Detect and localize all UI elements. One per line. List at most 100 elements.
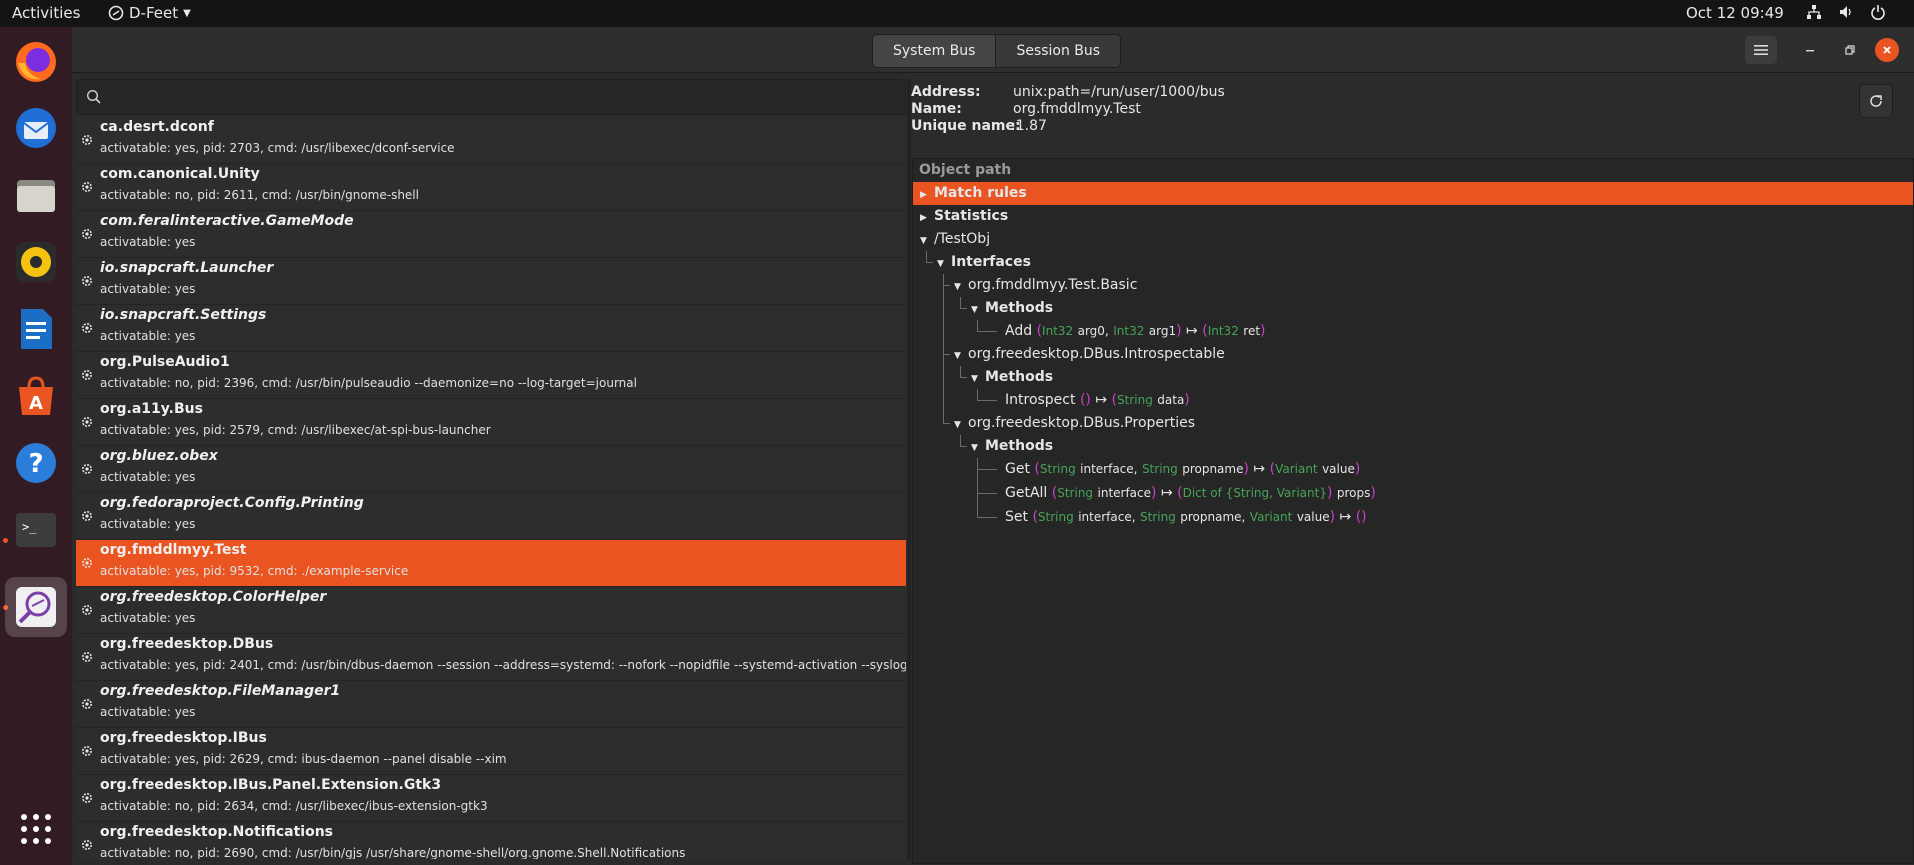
tree-row-statistics[interactable]: ▶ Statistics xyxy=(920,205,1008,228)
gear-icon xyxy=(81,413,93,432)
bus-name: com.feralinteractive.GameMode xyxy=(100,213,354,229)
minimize-button[interactable] xyxy=(1794,36,1826,64)
tree-line xyxy=(926,251,933,263)
close-button[interactable] xyxy=(1875,38,1899,62)
method-set[interactable]: Set (String interface, String propname, … xyxy=(1005,506,1367,529)
gear-icon xyxy=(81,554,93,573)
session-bus-tab[interactable]: Session Bus xyxy=(995,35,1121,67)
bus-list-item[interactable]: org.freedesktop.DBus activatable: yes, pi… xyxy=(76,634,906,681)
refresh-button[interactable] xyxy=(1859,84,1893,118)
arg-name: arg1 xyxy=(1148,324,1177,338)
dock-files[interactable] xyxy=(10,169,62,221)
tree-row-interfaces[interactable]: ▼ Interfaces xyxy=(937,251,1031,274)
bus-description: activatable: yes xyxy=(100,705,196,719)
dock-firefox[interactable] xyxy=(10,36,62,88)
bus-list-item[interactable]: org.bluez.obex activatable: yes xyxy=(76,446,906,493)
collapse-arrow-icon[interactable]: ▼ xyxy=(954,414,968,437)
tree-row-iface-introspectable[interactable]: ▼ org.freedesktop.DBus.Introspectable xyxy=(954,343,1225,366)
bus-list-item[interactable]: org.freedesktop.FileManager1 activatable:… xyxy=(76,681,906,728)
collapse-arrow-icon[interactable]: ▼ xyxy=(971,299,985,322)
tree-row-iface-basic[interactable]: ▼ org.fmddlmyy.Test.Basic xyxy=(954,274,1137,297)
collapse-arrow-icon[interactable]: ▼ xyxy=(920,230,934,253)
tree-line xyxy=(960,435,967,447)
ret-name: ret xyxy=(1243,324,1261,338)
bus-list-item[interactable]: org.fmddlmyy.Test activatable: yes, pid: … xyxy=(76,540,906,587)
bus-name: org.PulseAudio1 xyxy=(100,354,230,370)
methods-label: Methods xyxy=(985,300,1054,316)
bus-list-item[interactable]: com.canonical.Unity activatable: no, pid:… xyxy=(76,164,906,211)
bus-list-item[interactable]: org.freedesktop.IBus.Panel.Extension.Gtk… xyxy=(76,775,906,822)
tree-row-iface-properties[interactable]: ▼ org.freedesktop.DBus.Properties xyxy=(954,412,1195,435)
dock-writer[interactable] xyxy=(10,303,62,355)
arg-name: interface, xyxy=(1080,462,1138,476)
tree-row-match-rules[interactable]: ▶ Match rules xyxy=(913,182,1913,205)
dock-d-feet[interactable] xyxy=(5,577,67,637)
method-add[interactable]: Add (Int32 arg0, Int32 arg1) ↦ (Int32 re… xyxy=(1005,320,1266,343)
minimize-icon xyxy=(1806,50,1814,52)
app-menu[interactable]: D-Feet ▼ xyxy=(108,4,191,22)
activities-button[interactable]: Activities xyxy=(12,4,80,22)
bus-name: org.freedesktop.IBus.Panel.Extension.Gtk… xyxy=(100,777,442,793)
bus-list-item[interactable]: com.feralinteractive.GameMode activatable… xyxy=(76,211,906,258)
power-icon xyxy=(1871,5,1885,20)
tree-line xyxy=(977,482,997,518)
name-label: Name: xyxy=(911,101,962,117)
bus-name-list: ca.desrt.dconf activatable: yes, pid: 270… xyxy=(76,117,906,859)
collapse-arrow-icon[interactable]: ▼ xyxy=(971,437,985,460)
bus-name: org.fmddlmyy.Test xyxy=(100,542,247,558)
hamburger-menu-button[interactable] xyxy=(1745,36,1777,64)
bus-list-item[interactable]: org.freedesktop.Notifications activatable… xyxy=(76,822,906,859)
methods-label: Methods xyxy=(985,369,1054,385)
system-tray[interactable] xyxy=(1806,4,1886,20)
method-name: Set xyxy=(1005,509,1028,525)
d-feet-app-icon xyxy=(108,5,124,21)
system-bus-tab[interactable]: System Bus xyxy=(873,35,996,67)
bus-list-item[interactable]: org.PulseAudio1 activatable: no, pid: 239… xyxy=(76,352,906,399)
tree-row-object-path[interactable]: ▼/TestObj xyxy=(920,228,990,251)
tree-row-methods[interactable]: ▼ Methods xyxy=(971,435,1053,458)
tree-row-methods[interactable]: ▼ Methods xyxy=(971,366,1053,389)
collapse-arrow-icon[interactable]: ▼ xyxy=(971,368,985,391)
restore-icon xyxy=(1845,45,1855,55)
tree-row-methods[interactable]: ▼ Methods xyxy=(971,297,1053,320)
tree-line xyxy=(943,343,950,424)
search-field[interactable] xyxy=(76,79,906,115)
arg-name: value xyxy=(1296,510,1330,524)
dock-thunderbird[interactable] xyxy=(10,102,62,154)
running-indicator xyxy=(3,538,8,543)
collapse-arrow-icon[interactable]: ▼ xyxy=(937,253,951,276)
bus-list-item[interactable]: io.snapcraft.Launcher activatable: yes xyxy=(76,258,906,305)
expand-arrow-icon[interactable]: ▶ xyxy=(920,207,934,230)
dock-software[interactable]: A xyxy=(10,370,62,422)
bus-description: activatable: yes xyxy=(100,329,196,343)
bus-list-item[interactable]: org.a11y.Bus activatable: yes, pid: 2579,… xyxy=(76,399,906,446)
bus-description: activatable: no, pid: 2611, cmd: /usr/bi… xyxy=(100,188,419,202)
bus-description: activatable: no, pid: 2690, cmd: /usr/bi… xyxy=(100,846,686,859)
bus-list-item[interactable]: org.fedoraproject.Config.Printing activat… xyxy=(76,493,906,540)
collapse-arrow-icon[interactable]: ▼ xyxy=(954,276,968,299)
statistics-label: Statistics xyxy=(934,208,1009,224)
arg-type: String xyxy=(1037,510,1074,524)
dock-terminal[interactable]: >_ xyxy=(10,504,62,556)
bus-list-item[interactable]: ca.desrt.dconf activatable: yes, pid: 270… xyxy=(76,117,906,164)
arg-type: String xyxy=(1057,486,1094,500)
dock-rhythmbox[interactable] xyxy=(10,236,62,288)
bus-list-item[interactable]: org.freedesktop.IBus activatable: yes, pi… xyxy=(76,728,906,775)
expand-arrow-icon[interactable]: ▶ xyxy=(920,184,934,207)
gear-icon xyxy=(81,131,93,150)
method-introspect[interactable]: Introspect () ↦ (String data) xyxy=(1005,389,1190,412)
dock-show-apps[interactable] xyxy=(10,803,62,855)
dock-help[interactable]: ? xyxy=(10,437,62,489)
bus-list-item[interactable]: io.snapcraft.Settings activatable: yes xyxy=(76,305,906,352)
method-getall[interactable]: GetAll (String interface) ↦ (Dict of {St… xyxy=(1005,482,1376,505)
clock[interactable]: Oct 12 09:49 xyxy=(1686,4,1784,22)
bus-description: activatable: yes, pid: 2579, cmd: /usr/l… xyxy=(100,423,491,437)
collapse-arrow-icon[interactable]: ▼ xyxy=(954,345,968,368)
restore-button[interactable] xyxy=(1834,36,1866,64)
gear-icon xyxy=(81,789,93,808)
match-rules-label: Match rules xyxy=(934,185,1027,201)
bus-list-item[interactable]: org.freedesktop.ColorHelper activatable: … xyxy=(76,587,906,634)
search-input[interactable] xyxy=(109,86,899,108)
method-get[interactable]: Get (String interface, String propname) … xyxy=(1005,458,1360,481)
gear-icon xyxy=(81,460,93,479)
